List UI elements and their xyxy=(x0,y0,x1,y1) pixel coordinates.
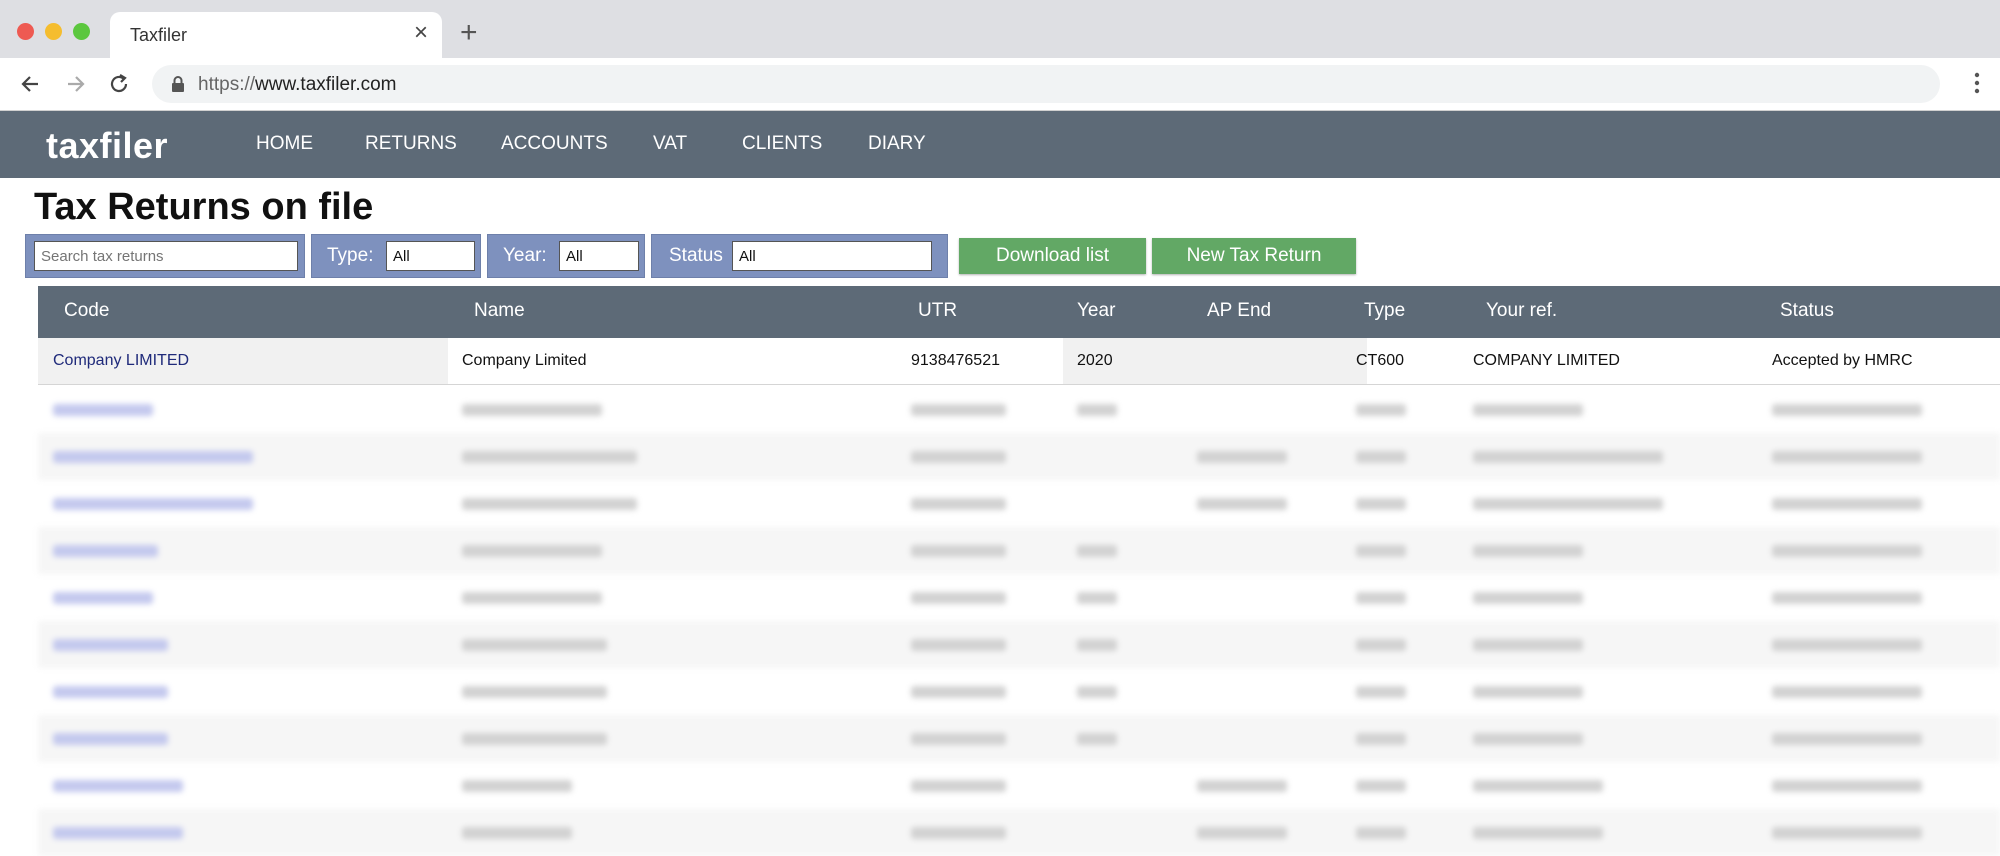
column-header-status[interactable]: Status xyxy=(1780,300,1834,322)
address-bar: https://www.taxfiler.com xyxy=(0,58,2000,111)
table-row[interactable] xyxy=(38,527,2000,574)
row-year: 2020 xyxy=(1077,352,1113,369)
table-row[interactable] xyxy=(38,574,2000,621)
row-ref: COMPANY LIMITED xyxy=(1473,352,1620,369)
column-header-type[interactable]: Type xyxy=(1364,300,1405,322)
browser-tab[interactable]: Taxfiler × xyxy=(110,12,442,58)
download-list-button[interactable]: Download list xyxy=(959,238,1146,274)
nav-home[interactable]: HOME xyxy=(256,133,313,155)
status-label: Status xyxy=(669,245,723,266)
row-name: Company Limited xyxy=(462,352,587,369)
back-arrow-icon[interactable] xyxy=(18,71,44,97)
row-type: CT600 xyxy=(1356,352,1405,369)
nav-clients[interactable]: CLIENTS xyxy=(742,133,822,155)
maximize-window-button[interactable] xyxy=(73,23,90,40)
browser-tab-bar: Taxfiler × + xyxy=(0,0,2000,58)
blurred-table-rows xyxy=(38,386,2000,856)
nav-diary[interactable]: DIARY xyxy=(868,133,926,155)
new-tab-icon[interactable]: + xyxy=(460,18,478,48)
lock-icon xyxy=(172,76,184,92)
status-select[interactable] xyxy=(732,241,932,271)
search-input[interactable] xyxy=(34,241,298,271)
type-label: Type: xyxy=(327,245,374,266)
table-row[interactable] xyxy=(38,621,2000,668)
column-header-utr[interactable]: UTR xyxy=(918,300,957,322)
table-row[interactable] xyxy=(38,668,2000,715)
forward-arrow-icon[interactable] xyxy=(62,71,88,97)
nav-returns[interactable]: RETURNS xyxy=(365,133,457,155)
url-input[interactable]: https://www.taxfiler.com xyxy=(152,65,1940,103)
minimize-window-button[interactable] xyxy=(45,23,62,40)
row-utr: 9138476521 xyxy=(911,352,1000,369)
year-label: Year: xyxy=(503,245,547,266)
year-filter-box: Year: xyxy=(487,234,645,278)
table-row[interactable] xyxy=(38,480,2000,527)
column-header-your-ref[interactable]: Your ref. xyxy=(1486,300,1557,322)
close-tab-icon[interactable]: × xyxy=(414,21,428,45)
status-filter-box: Status xyxy=(651,234,948,278)
column-header-code[interactable]: Code xyxy=(64,300,109,322)
row-status: Accepted by HMRC xyxy=(1772,352,1913,369)
table-row[interactable] xyxy=(38,433,2000,480)
type-select[interactable] xyxy=(386,241,475,271)
table-row[interactable] xyxy=(38,762,2000,809)
table-row[interactable] xyxy=(38,715,2000,762)
column-header-name[interactable]: Name xyxy=(474,300,525,322)
column-header-ap-end[interactable]: AP End xyxy=(1207,300,1271,322)
table-row[interactable] xyxy=(38,386,2000,433)
nav-vat[interactable]: VAT xyxy=(653,133,687,155)
table-row[interactable]: Company LIMITED Company Limited 91384765… xyxy=(38,338,2000,385)
table-header: Code Name UTR Year AP End Type Your ref.… xyxy=(38,286,2000,338)
row-code-link[interactable]: Company LIMITED xyxy=(53,352,189,370)
app-header: taxfiler HOME RETURNS ACCOUNTS VAT CLIEN… xyxy=(0,111,2000,178)
reload-icon[interactable] xyxy=(106,71,132,97)
tab-title: Taxfiler xyxy=(130,25,188,45)
url-text: https://www.taxfiler.com xyxy=(198,74,397,95)
nav-accounts[interactable]: ACCOUNTS xyxy=(501,133,608,155)
column-header-year[interactable]: Year xyxy=(1077,300,1115,322)
new-tax-return-button[interactable]: New Tax Return xyxy=(1152,238,1356,274)
table-row[interactable] xyxy=(38,809,2000,856)
page-title: Tax Returns on file xyxy=(34,186,374,228)
type-filter-box: Type: xyxy=(311,234,481,278)
search-filter-box xyxy=(25,234,305,278)
close-window-button[interactable] xyxy=(17,23,34,40)
logo[interactable]: taxfiler xyxy=(46,125,168,167)
year-select[interactable] xyxy=(559,241,639,271)
menu-kebab-icon[interactable] xyxy=(1974,71,1980,95)
